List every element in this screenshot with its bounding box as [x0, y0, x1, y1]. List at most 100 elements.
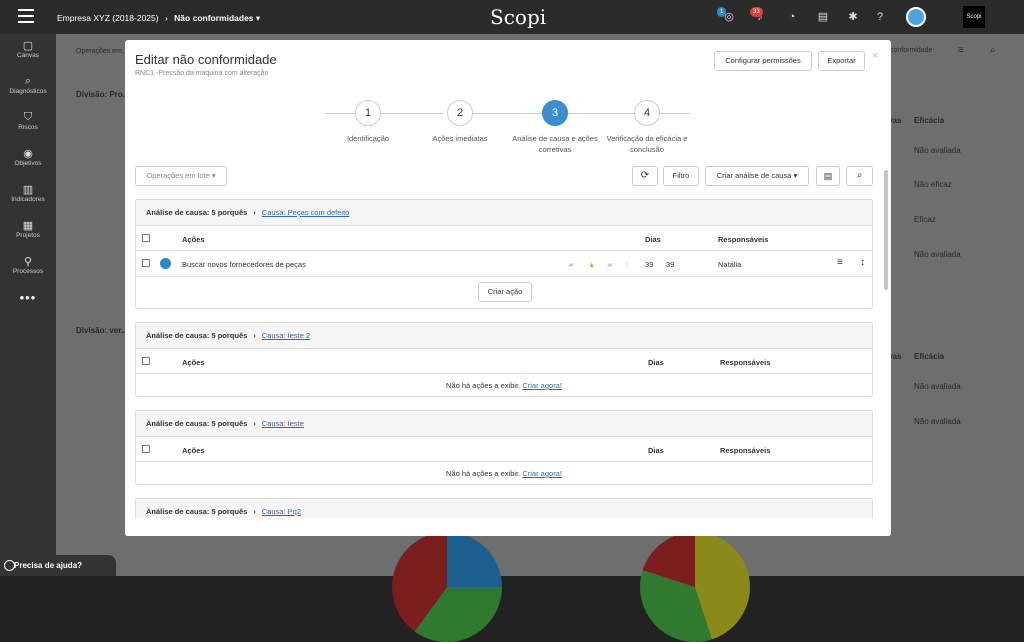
step-1-label: Identificação	[346, 134, 390, 143]
bg-status: Não avaliada	[914, 382, 961, 391]
select-all-checkbox[interactable]	[142, 357, 150, 365]
step-3[interactable]: 3	[542, 100, 568, 126]
bg-pie-chart	[640, 532, 750, 642]
cause-analysis-card: Análise de causa: 5 porquês › Causa: Peças…	[135, 199, 873, 309]
empty-state: Não há ações a exibir. Criar agora!	[446, 469, 562, 478]
batch-operations-dropdown[interactable]: Operações em lote ▾	[135, 166, 227, 186]
menu-icon[interactable]	[18, 9, 34, 23]
analysis-type: Análise de causa: 5 porquês	[146, 419, 248, 428]
export-button[interactable]: Exportar	[818, 51, 865, 71]
analysis-type: Análise de causa: 5 porquês	[146, 208, 248, 217]
step-3-label: Análise de causa e ações corretivas	[512, 134, 598, 154]
search-icon[interactable]: ⌕	[846, 166, 873, 186]
sidebar-item-indicadores[interactable]: ▥ Indicadores	[0, 178, 56, 214]
cause-link[interactable]: Causa: teste 2	[262, 331, 310, 340]
bg-filter-label: conformidade	[890, 47, 933, 54]
action-name[interactable]: Buscar novos fornecedores de peças	[182, 260, 306, 269]
days-elapsed: 39	[645, 260, 654, 269]
help-icon[interactable]: ?	[873, 10, 887, 24]
bg-division-2: Divisão: ver...	[76, 326, 128, 335]
sidebar-item-objetivos[interactable]: ◉ Objetivos	[0, 142, 56, 178]
close-icon[interactable]: ×	[872, 50, 878, 62]
card-header: Análise de causa: 5 porquês › Causa: teste	[136, 411, 872, 437]
step-2-label: Ações imediatas	[432, 134, 488, 143]
company-name[interactable]: Empresa XYZ (2018-2025)	[57, 13, 159, 23]
stepper-line	[660, 113, 690, 114]
create-cause-analysis-dropdown[interactable]: Criar análise de causa ▾	[705, 166, 809, 186]
select-all-checkbox[interactable]	[142, 445, 150, 453]
bg-division-1: Divisão: Pro...	[76, 90, 130, 99]
bar-chart-icon: ▥	[22, 184, 34, 196]
sidebar-item-riscos[interactable]: ⛉ Riscos	[0, 106, 56, 142]
analysis-type: Análise de causa: 5 porquês	[146, 331, 248, 340]
modal-title: Editar não conformidade	[135, 52, 277, 67]
breadcrumb[interactable]: Empresa XYZ (2018-2025) › Não conformida…	[57, 13, 260, 24]
analysis-type: Análise de causa: 5 porquês	[146, 507, 248, 516]
refresh-icon[interactable]: ⟳	[632, 166, 658, 186]
create-now-link[interactable]: Criar agora!	[522, 381, 562, 390]
drag-handle-icon[interactable]: ↕	[860, 257, 865, 268]
step-1[interactable]: 1	[355, 100, 381, 126]
stepper-line	[381, 113, 443, 114]
dashboard-icon[interactable]: ◔	[785, 10, 799, 24]
empty-state: Não há ações a exibir. Criar agora!	[446, 381, 562, 390]
stepper-line	[325, 113, 355, 114]
sidebar-item-canvas[interactable]: ▢ Canvas	[0, 34, 56, 70]
table-row[interactable]: Buscar novos fornecedores de peças ▰ ▲ ▰…	[136, 251, 872, 277]
stepper-line	[568, 113, 638, 114]
col-responsible: Responsáveis	[718, 235, 769, 244]
bg-status: Não avaliada	[914, 417, 961, 426]
select-all-checkbox[interactable]	[142, 234, 150, 242]
bg-col-eficacia: Eficácia	[914, 352, 945, 361]
bg-pie-chart	[392, 532, 502, 642]
list-icon[interactable]: ▤	[816, 10, 830, 24]
cause-link[interactable]: Causa: teste	[262, 419, 304, 428]
table-header: Ações Dias Responsáveis	[136, 226, 872, 251]
col-actions: Ações	[182, 235, 205, 244]
app-logo: Scopi	[490, 5, 547, 29]
row-checkbox[interactable]	[142, 259, 150, 267]
col-days: Dias	[648, 446, 664, 455]
cause-analysis-card: Análise de causa: 5 porquês › Causa: teste…	[135, 410, 873, 485]
configure-permissions-button[interactable]: Configurar permissões	[714, 51, 812, 71]
shield-icon: ⛉	[23, 111, 33, 123]
chevron-down-icon[interactable]: ▾	[256, 13, 260, 23]
cause-analysis-card: Análise de causa: 5 porquês › Causa: teste…	[135, 322, 873, 397]
col-responsible: Responsáveis	[720, 446, 771, 455]
cause-link[interactable]: Causa: Pq2	[262, 507, 301, 516]
attachment-icon[interactable]: ǀ	[626, 260, 628, 269]
avatar[interactable]	[906, 7, 926, 27]
step-4-label: Verificação da eficácia e conclusão	[606, 134, 688, 154]
create-now-link[interactable]: Criar agora!	[522, 469, 562, 478]
canvas-icon: ▢	[22, 40, 34, 52]
sidebar: ▢ Canvas ⌕ Diagnósticos ⛉ Riscos ◉ Objetivos…	[0, 34, 56, 576]
col-actions: Ações	[182, 446, 205, 455]
sidebar-item-projetos[interactable]: ▦ Projetos	[0, 214, 56, 250]
sidebar-item-diagnosticos[interactable]: ⌕ Diagnósticos	[0, 70, 56, 106]
filter-button[interactable]: Filtro	[663, 166, 699, 186]
step-2[interactable]: 2	[447, 100, 473, 126]
comment-icon[interactable]: ▰	[568, 260, 574, 269]
col-actions: Ações	[182, 358, 205, 367]
create-action-button[interactable]: Criar ação	[478, 282, 532, 302]
days-total: 39	[666, 260, 675, 269]
document-icon[interactable]: ▤	[816, 166, 840, 186]
search-icon: ⌕	[24, 75, 32, 87]
chevron-right-icon: ›	[253, 331, 256, 340]
chevron-right-icon: ›	[253, 208, 256, 217]
bg-status: Não avaliada	[914, 250, 961, 259]
bg-status: Eficaz	[914, 215, 936, 224]
table-header: Ações Dias Responsáveis	[136, 437, 872, 462]
chat-icon[interactable]: ▰	[607, 260, 613, 269]
step-4[interactable]: 4	[634, 100, 660, 126]
sidebar-item-processos[interactable]: ⚲ Processos	[0, 250, 56, 286]
help-button[interactable]: Precisa de ajuda?	[0, 555, 116, 576]
gear-icon[interactable]: ✱	[846, 10, 860, 24]
more-icon[interactable]: •••	[0, 290, 56, 305]
row-menu-icon[interactable]: ≡	[837, 257, 843, 268]
bg-ops: Operações em...	[76, 48, 128, 55]
modal-scrollbar[interactable]	[884, 170, 888, 290]
target-icon: ◉	[23, 148, 33, 160]
cause-link[interactable]: Causa: Peças com defeito	[262, 208, 350, 217]
section-title[interactable]: Não conformidades	[174, 13, 253, 23]
